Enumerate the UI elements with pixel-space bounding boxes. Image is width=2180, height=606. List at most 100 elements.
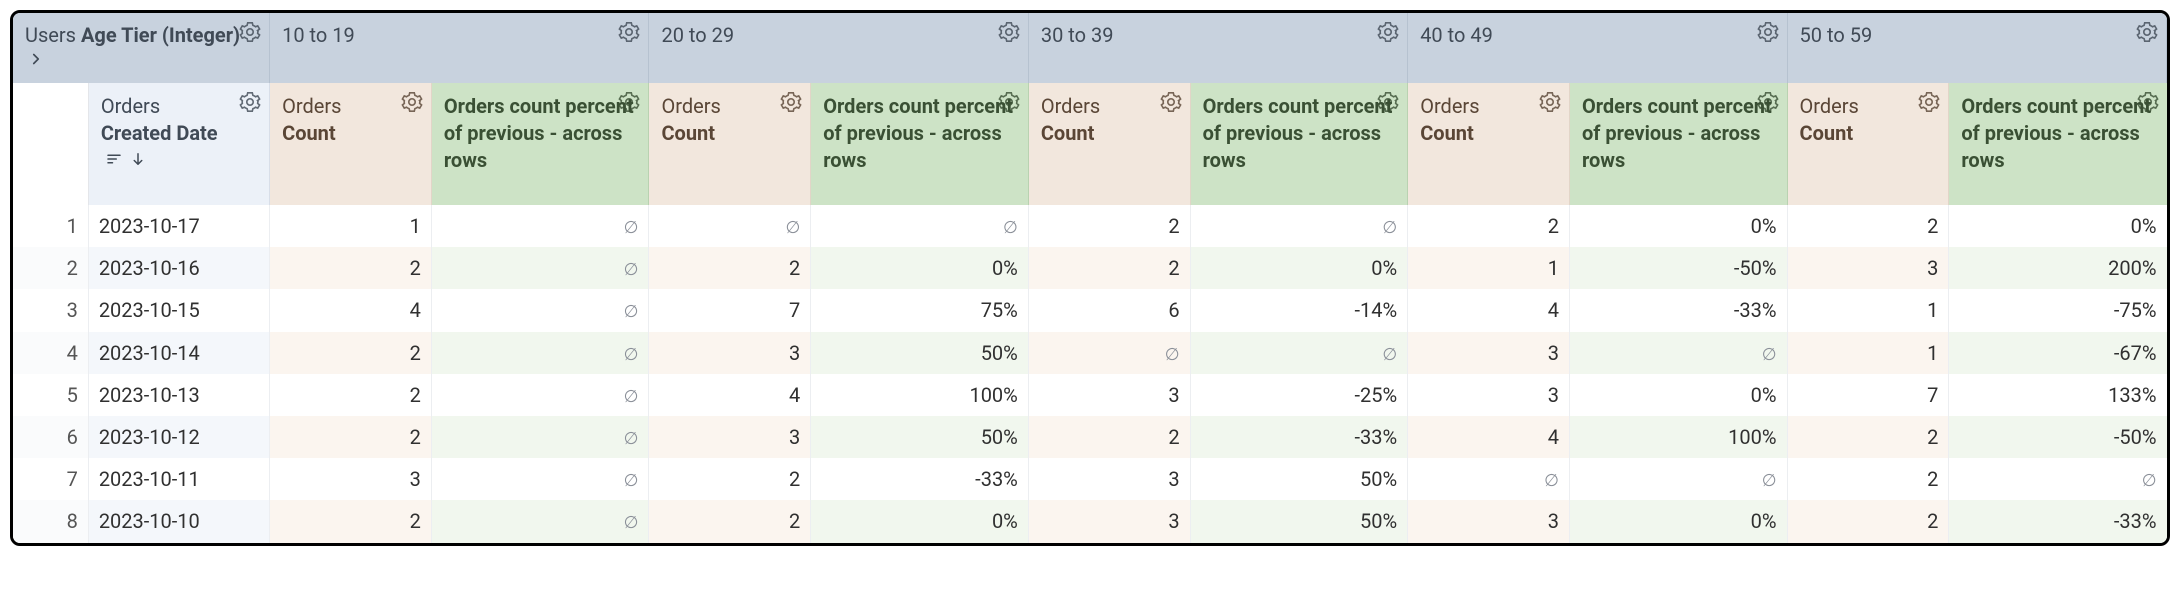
gear-icon-pivot-dim[interactable] <box>239 21 261 43</box>
pct-cell[interactable]: ∅ <box>1190 205 1408 247</box>
gear-icon-pct-0[interactable] <box>618 91 640 113</box>
pivot-bucket-header[interactable]: 20 to 29 <box>649 13 1028 83</box>
pct-cell[interactable]: 50% <box>1190 458 1408 500</box>
pct-cell[interactable]: ∅ <box>1949 458 2167 500</box>
count-column-header[interactable]: OrdersCount <box>649 83 811 205</box>
pct-cell[interactable]: ∅ <box>1190 332 1408 374</box>
date-column-header[interactable]: OrdersCreated Date <box>88 83 269 205</box>
count-cell[interactable]: 3 <box>1787 247 1949 289</box>
pct-cell[interactable]: -75% <box>1949 289 2167 331</box>
count-cell[interactable]: 3 <box>1408 332 1570 374</box>
gear-icon-pct-4[interactable] <box>2137 91 2159 113</box>
pct-cell[interactable]: 133% <box>1949 374 2167 416</box>
count-cell[interactable]: 2 <box>1787 416 1949 458</box>
pivot-dimension-header[interactable]: Users Age Tier (Integer) <box>13 13 270 83</box>
count-cell[interactable]: 3 <box>1028 500 1190 542</box>
pct-cell[interactable]: 0% <box>1949 205 2167 247</box>
count-cell[interactable]: ∅ <box>1408 458 1570 500</box>
pct-cell[interactable]: ∅ <box>431 332 649 374</box>
pct-cell[interactable]: 0% <box>811 247 1029 289</box>
pct-cell[interactable]: ∅ <box>811 205 1029 247</box>
gear-icon-count-3[interactable] <box>1539 91 1561 113</box>
pivot-bucket-header[interactable]: 50 to 59 <box>1787 13 2166 83</box>
count-cell[interactable]: 3 <box>1408 500 1570 542</box>
date-cell[interactable]: 2023-10-15 <box>88 289 269 331</box>
count-cell[interactable]: 4 <box>649 374 811 416</box>
pct-cell[interactable]: ∅ <box>431 289 649 331</box>
pct-cell[interactable]: ∅ <box>1569 332 1787 374</box>
count-column-header[interactable]: OrdersCount <box>1408 83 1570 205</box>
count-cell[interactable]: 7 <box>1787 374 1949 416</box>
count-cell[interactable]: 2 <box>270 247 432 289</box>
count-cell[interactable]: 2 <box>649 458 811 500</box>
date-cell[interactable]: 2023-10-16 <box>88 247 269 289</box>
count-cell[interactable]: 2 <box>270 332 432 374</box>
pct-cell[interactable]: ∅ <box>431 374 649 416</box>
count-column-header[interactable]: OrdersCount <box>1787 83 1949 205</box>
gear-icon-date[interactable] <box>239 91 261 113</box>
date-cell[interactable]: 2023-10-12 <box>88 416 269 458</box>
pct-column-header[interactable]: Orders count percent of previous - acros… <box>1190 83 1408 205</box>
count-cell[interactable]: 3 <box>1028 374 1190 416</box>
pct-cell[interactable]: -33% <box>811 458 1029 500</box>
count-cell[interactable]: 3 <box>649 332 811 374</box>
pct-cell[interactable]: 75% <box>811 289 1029 331</box>
pct-cell[interactable]: 0% <box>1569 205 1787 247</box>
count-cell[interactable]: 1 <box>1787 289 1949 331</box>
date-cell[interactable]: 2023-10-10 <box>88 500 269 542</box>
count-cell[interactable]: 4 <box>1408 416 1570 458</box>
count-cell[interactable]: 3 <box>1028 458 1190 500</box>
pct-column-header[interactable]: Orders count percent of previous - acros… <box>811 83 1029 205</box>
count-cell[interactable]: 2 <box>1408 205 1570 247</box>
gear-icon-bucket-3[interactable] <box>1757 21 1779 43</box>
pct-cell[interactable]: -14% <box>1190 289 1408 331</box>
pct-column-header[interactable]: Orders count percent of previous - acros… <box>1949 83 2167 205</box>
pct-cell[interactable]: 0% <box>1190 247 1408 289</box>
count-cell[interactable]: 2 <box>1028 205 1190 247</box>
pct-cell[interactable]: 50% <box>811 332 1029 374</box>
pct-cell[interactable]: ∅ <box>431 500 649 542</box>
count-column-header[interactable]: OrdersCount <box>270 83 432 205</box>
count-cell[interactable]: 3 <box>649 416 811 458</box>
date-cell[interactable]: 2023-10-14 <box>88 332 269 374</box>
pct-cell[interactable]: 100% <box>1569 416 1787 458</box>
count-cell[interactable]: 2 <box>270 416 432 458</box>
pct-cell[interactable]: 200% <box>1949 247 2167 289</box>
pct-cell[interactable]: -50% <box>1949 416 2167 458</box>
pct-cell[interactable]: 0% <box>811 500 1029 542</box>
gear-icon-bucket-1[interactable] <box>998 21 1020 43</box>
count-cell[interactable]: 6 <box>1028 289 1190 331</box>
gear-icon-count-2[interactable] <box>1160 91 1182 113</box>
gear-icon-bucket-2[interactable] <box>1377 21 1399 43</box>
pct-cell[interactable]: -33% <box>1569 289 1787 331</box>
count-cell[interactable]: 2 <box>1028 247 1190 289</box>
pct-cell[interactable]: -50% <box>1569 247 1787 289</box>
pct-cell[interactable]: 100% <box>811 374 1029 416</box>
pct-cell[interactable]: 0% <box>1569 500 1787 542</box>
gear-icon-count-4[interactable] <box>1918 91 1940 113</box>
count-cell[interactable]: 2 <box>1028 416 1190 458</box>
gear-icon-count-1[interactable] <box>780 91 802 113</box>
count-cell[interactable]: 2 <box>649 247 811 289</box>
sort-bars-icon[interactable] <box>105 148 123 175</box>
pct-cell[interactable]: 50% <box>1190 500 1408 542</box>
count-cell[interactable]: 2 <box>1787 500 1949 542</box>
count-cell[interactable]: 2 <box>1787 458 1949 500</box>
count-cell[interactable]: 3 <box>1408 374 1570 416</box>
pct-cell[interactable]: 50% <box>811 416 1029 458</box>
pct-cell[interactable]: ∅ <box>431 416 649 458</box>
count-cell[interactable]: ∅ <box>1028 332 1190 374</box>
pct-cell[interactable]: ∅ <box>431 458 649 500</box>
count-cell[interactable]: 2 <box>649 500 811 542</box>
pct-cell[interactable]: -33% <box>1949 500 2167 542</box>
pct-cell[interactable]: 0% <box>1569 374 1787 416</box>
gear-icon-pct-2[interactable] <box>1377 91 1399 113</box>
pct-cell[interactable]: -67% <box>1949 332 2167 374</box>
date-cell[interactable]: 2023-10-13 <box>88 374 269 416</box>
count-cell[interactable]: 7 <box>649 289 811 331</box>
gear-icon-bucket-0[interactable] <box>618 21 640 43</box>
count-cell[interactable]: 2 <box>1787 205 1949 247</box>
count-cell[interactable]: 1 <box>270 205 432 247</box>
gear-icon-bucket-4[interactable] <box>2136 21 2158 43</box>
pct-cell[interactable]: ∅ <box>1569 458 1787 500</box>
